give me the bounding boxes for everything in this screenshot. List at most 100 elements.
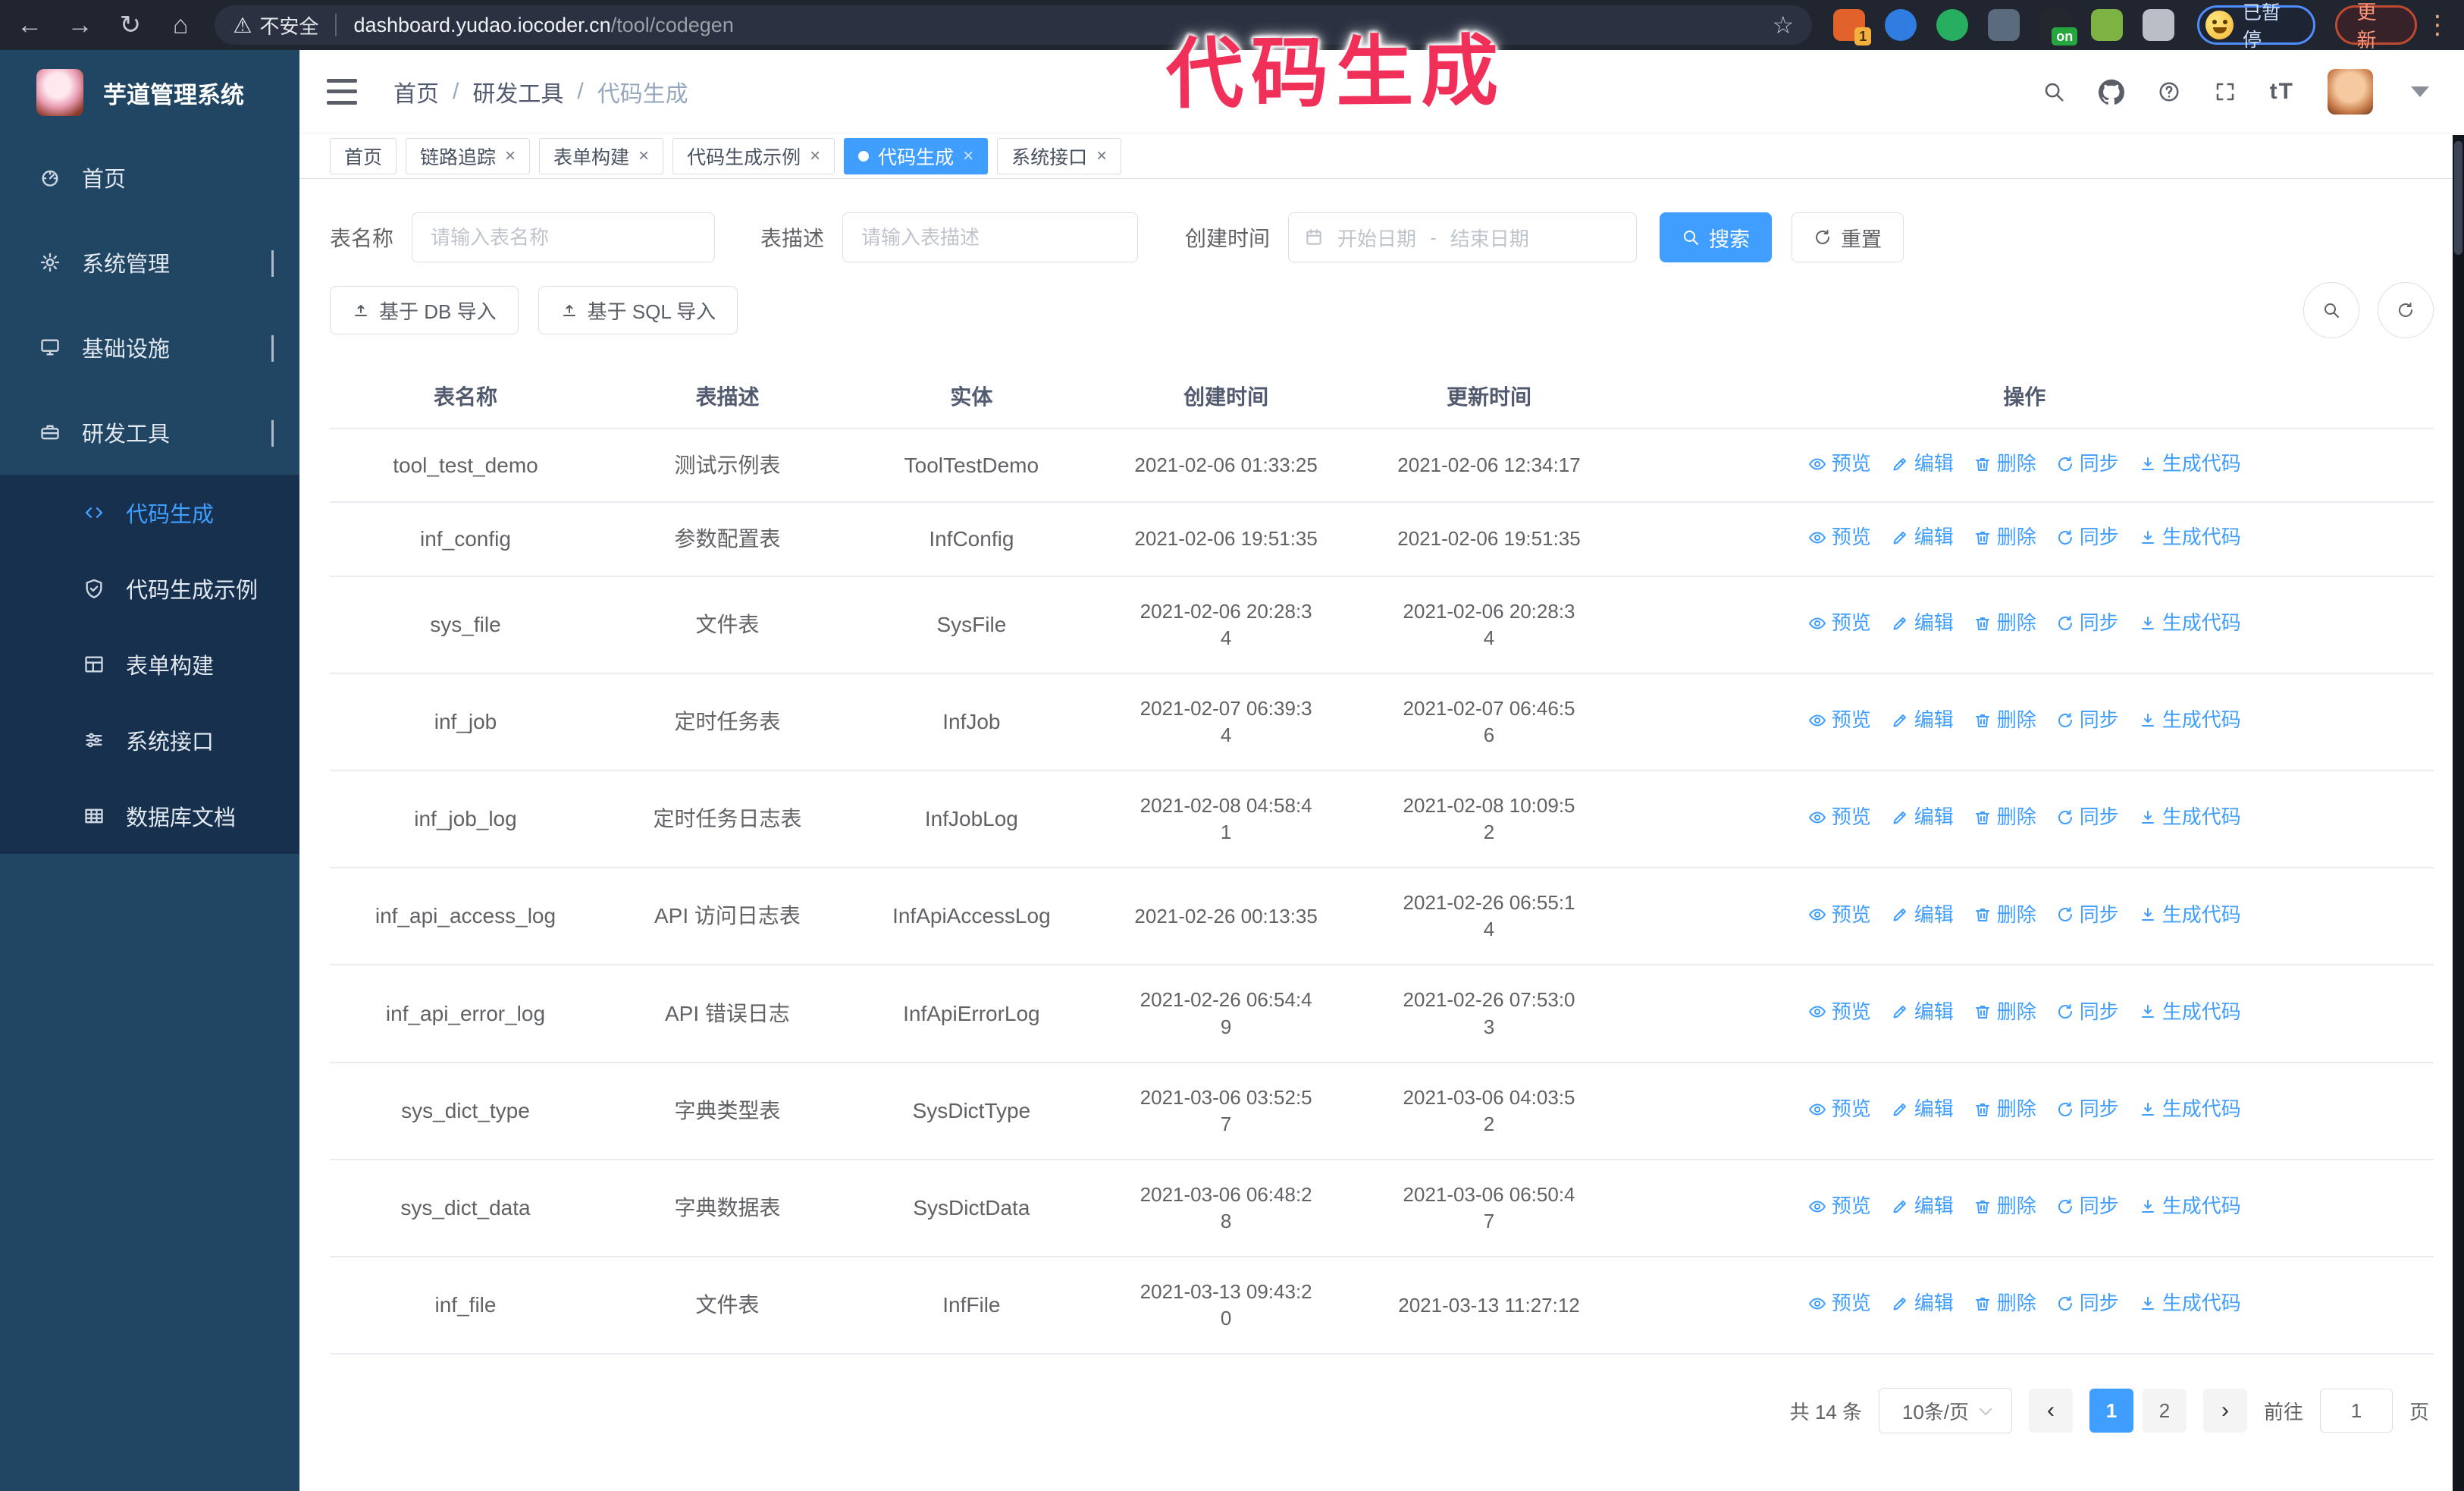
extension-orange[interactable]: 1 — [1833, 9, 1872, 46]
sidebar-subitem-5[interactable]: 数据库文档 — [0, 778, 299, 854]
delete-link[interactable]: 删除 — [1973, 1096, 2036, 1122]
extension-gem[interactable] — [1885, 9, 1917, 41]
extension-grid[interactable] — [1988, 9, 2020, 41]
tab-1[interactable]: 首页 — [330, 137, 397, 174]
edit-link[interactable]: 编辑 — [1891, 902, 1954, 928]
tab-6[interactable]: 系统接口 × — [997, 137, 1122, 174]
delete-link[interactable]: 删除 — [1973, 999, 2036, 1025]
generate-code-link[interactable]: 生成代码 — [2139, 610, 2241, 636]
preview-link[interactable]: 预览 — [1808, 1193, 1871, 1219]
import-sql-button[interactable]: 基于 SQL 导入 — [538, 286, 738, 334]
preview-link[interactable]: 预览 — [1808, 707, 1871, 733]
fullscreen-icon[interactable] — [2214, 80, 2237, 103]
close-tab-icon[interactable]: × — [505, 146, 516, 165]
breadcrumb-item[interactable]: 首页 — [393, 75, 439, 108]
not-secure-warning[interactable]: ⚠ 不安全 — [233, 11, 318, 39]
sidebar-subitem-1[interactable]: 代码生成 — [0, 475, 299, 551]
edit-link[interactable]: 编辑 — [1891, 450, 1954, 477]
generate-code-link[interactable]: 生成代码 — [2139, 999, 2241, 1025]
generate-code-link[interactable]: 生成代码 — [2139, 902, 2241, 928]
delete-link[interactable]: 删除 — [1973, 450, 2036, 477]
extension-bot[interactable] — [2091, 9, 2124, 41]
delete-link[interactable]: 删除 — [1973, 804, 2036, 830]
breadcrumb-item[interactable]: 代码生成 — [597, 75, 688, 108]
edit-link[interactable]: 编辑 — [1891, 524, 1954, 551]
sync-link[interactable]: 同步 — [2056, 804, 2119, 830]
generate-code-link[interactable]: 生成代码 — [2139, 1193, 2241, 1219]
preview-link[interactable]: 预览 — [1808, 450, 1871, 477]
avatar-caret-icon[interactable] — [2411, 86, 2429, 97]
search-button[interactable]: 搜索 — [1660, 212, 1773, 262]
generate-code-link[interactable]: 生成代码 — [2139, 524, 2241, 551]
toggle-search-button[interactable] — [2303, 282, 2359, 338]
user-avatar[interactable] — [2328, 68, 2373, 115]
date-range-picker[interactable]: 开始日期 - 结束日期 — [1288, 212, 1638, 262]
hamburger-icon[interactable] — [327, 78, 357, 105]
address-bar[interactable]: ⚠ 不安全 dashboard.yudao.iocoder.cn/tool/cod… — [215, 5, 1813, 45]
delete-link[interactable]: 删除 — [1973, 1290, 2036, 1317]
table-name-input[interactable] — [412, 212, 716, 262]
generate-code-link[interactable]: 生成代码 — [2139, 1096, 2241, 1122]
preview-link[interactable]: 预览 — [1808, 902, 1871, 928]
font-size-icon[interactable]: tT — [2270, 79, 2294, 105]
sync-link[interactable]: 同步 — [2056, 707, 2119, 733]
sync-link[interactable]: 同步 — [2056, 1096, 2119, 1122]
scrollbar-thumb[interactable] — [2454, 141, 2462, 255]
prev-page-button[interactable]: ‹ — [2028, 1389, 2073, 1433]
sidebar-item-3[interactable]: 基础设施 — [0, 305, 299, 390]
back-icon[interactable]: ← — [9, 4, 50, 46]
sync-link[interactable]: 同步 — [2056, 1290, 2119, 1317]
reload-icon[interactable]: ↻ — [110, 4, 151, 46]
sidebar-item-2[interactable]: 系统管理 — [0, 220, 299, 305]
extension-puzzle[interactable] — [2143, 9, 2175, 41]
preview-link[interactable]: 预览 — [1808, 610, 1871, 636]
profile-chip[interactable]: 已暂停 — [2197, 2, 2315, 51]
sync-link[interactable]: 同步 — [2056, 999, 2119, 1025]
edit-link[interactable]: 编辑 — [1891, 1290, 1954, 1317]
sidebar-subitem-4[interactable]: 系统接口 — [0, 702, 299, 778]
end-date-placeholder[interactable]: 结束日期 — [1450, 224, 1529, 252]
browser-menu-icon[interactable]: ⋮ — [2425, 10, 2450, 40]
edit-link[interactable]: 编辑 — [1891, 999, 1954, 1025]
home-icon[interactable]: ⌂ — [160, 4, 201, 46]
sidebar-item-1[interactable]: 首页 — [0, 135, 299, 220]
import-db-button[interactable]: 基于 DB 导入 — [330, 286, 519, 334]
page-size-select[interactable]: 10条/页 — [1878, 1388, 2012, 1434]
sidebar-item-4[interactable]: 研发工具 — [0, 390, 299, 475]
close-tab-icon[interactable]: × — [810, 146, 820, 165]
refresh-table-button[interactable] — [2378, 282, 2434, 338]
goto-page-input[interactable] — [2319, 1389, 2393, 1433]
bookmark-star-icon[interactable]: ☆ — [1773, 11, 1795, 39]
extension-check[interactable] — [1936, 9, 1969, 41]
search-icon[interactable] — [2042, 80, 2065, 103]
start-date-placeholder[interactable]: 开始日期 — [1337, 224, 1416, 252]
generate-code-link[interactable]: 生成代码 — [2139, 1290, 2241, 1317]
sidebar-subitem-2[interactable]: 代码生成示例 — [0, 551, 299, 626]
github-icon[interactable] — [2098, 79, 2124, 105]
sync-link[interactable]: 同步 — [2056, 1193, 2119, 1219]
preview-link[interactable]: 预览 — [1808, 1096, 1871, 1122]
generate-code-link[interactable]: 生成代码 — [2139, 450, 2241, 477]
edit-link[interactable]: 编辑 — [1891, 610, 1954, 636]
browser-update-button[interactable]: 更新 — [2334, 1, 2417, 52]
close-tab-icon[interactable]: × — [1096, 146, 1107, 165]
tab-3[interactable]: 表单构建 × — [539, 137, 664, 174]
page-button-1[interactable]: 1 — [2089, 1389, 2133, 1433]
delete-link[interactable]: 删除 — [1973, 524, 2036, 551]
edit-link[interactable]: 编辑 — [1891, 804, 1954, 830]
tab-4[interactable]: 代码生成示例 × — [672, 137, 835, 174]
delete-link[interactable]: 删除 — [1973, 902, 2036, 928]
app-logo[interactable]: 芋道管理系统 — [0, 50, 299, 135]
delete-link[interactable]: 删除 — [1973, 610, 2036, 636]
extension-onoff[interactable]: on — [2039, 9, 2078, 46]
reset-button[interactable]: 重置 — [1792, 212, 1904, 262]
help-icon[interactable] — [2158, 80, 2180, 103]
tab-5[interactable]: 代码生成 × — [844, 137, 989, 174]
delete-link[interactable]: 删除 — [1973, 707, 2036, 733]
next-page-button[interactable]: › — [2202, 1389, 2247, 1433]
table-desc-input[interactable] — [842, 212, 1139, 262]
preview-link[interactable]: 预览 — [1808, 804, 1871, 830]
generate-code-link[interactable]: 生成代码 — [2139, 804, 2241, 830]
sync-link[interactable]: 同步 — [2056, 524, 2119, 551]
close-tab-icon[interactable]: × — [963, 146, 973, 165]
